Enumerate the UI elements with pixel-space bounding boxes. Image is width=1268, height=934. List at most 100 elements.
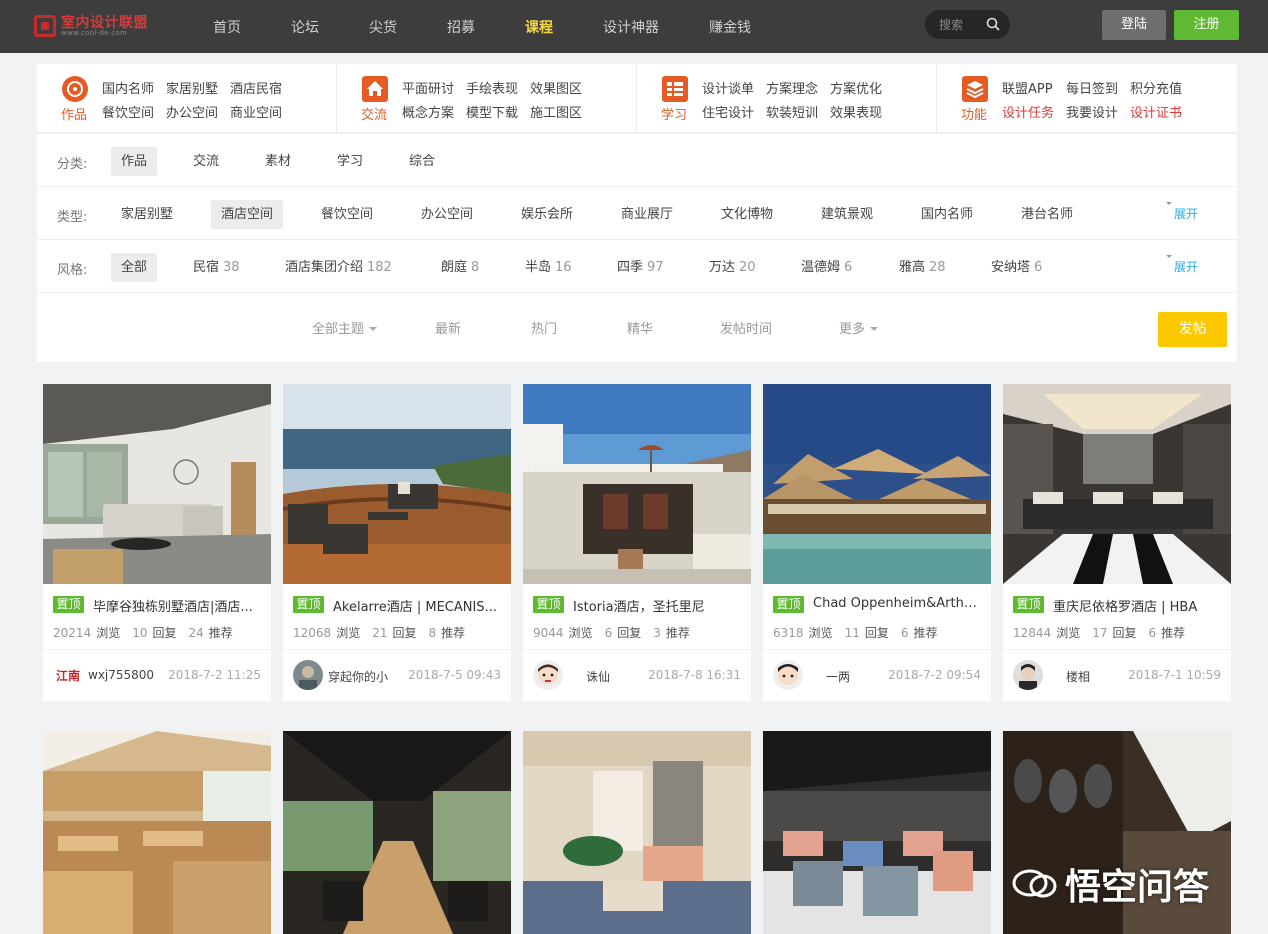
filter-option[interactable]: 民宿 38 — [183, 253, 250, 282]
sort-all-topics-dropdown[interactable]: 全部主题 — [312, 318, 378, 337]
nav-forum[interactable]: 论坛 — [291, 17, 319, 37]
filter-option[interactable]: 四季 97 — [607, 253, 674, 282]
filter-option[interactable]: 港台名师 — [1011, 200, 1083, 229]
author-name[interactable]: 一两 — [826, 668, 850, 685]
nav-home[interactable]: 首页 — [213, 17, 241, 37]
post-card[interactable]: 置顶 Akelarre酒店 | MECANIS... 12068 浏览 21 回复 8 推… — [283, 384, 511, 701]
filter-option[interactable]: 半岛 16 — [515, 253, 582, 282]
category-label-functions[interactable]: 功能 — [961, 104, 987, 123]
layers-function-icon[interactable] — [962, 76, 988, 102]
nav-goods[interactable]: 尖货 — [369, 17, 397, 37]
filter-option[interactable]: 文化博物 — [711, 200, 783, 229]
search-icon[interactable] — [986, 17, 1000, 31]
category-link[interactable]: 效果表现 — [830, 102, 882, 121]
works-icon[interactable] — [62, 76, 88, 102]
filter-option[interactable]: 安纳塔 6 — [981, 253, 1052, 282]
category-link-highlight[interactable]: 设计任务 — [1002, 102, 1054, 121]
post-card[interactable]: 置顶 Chad Oppenheim&Arthu... 6318 浏览 11 回复 6 推荐… — [763, 384, 991, 701]
post-thumbnail[interactable] — [43, 731, 271, 934]
category-link[interactable]: 软装短训 — [766, 102, 818, 121]
filter-option[interactable]: 商业展厅 — [611, 200, 683, 229]
filter-option[interactable]: 娱乐会所 — [511, 200, 583, 229]
category-link[interactable]: 国内名师 — [102, 78, 154, 97]
avatar[interactable] — [773, 660, 803, 690]
filter-option[interactable]: 温德姆 6 — [791, 253, 862, 282]
category-link[interactable]: 每日签到 — [1066, 78, 1118, 97]
category-link[interactable]: 效果图区 — [530, 78, 582, 97]
category-label-exchange[interactable]: 交流 — [361, 104, 387, 123]
new-post-button[interactable]: 发帖 — [1158, 312, 1227, 347]
post-title[interactable]: Chad Oppenheim&Arthu... — [813, 596, 983, 611]
post-title[interactable]: Istoria酒店，圣托里尼 — [573, 596, 743, 615]
filter-option[interactable]: 餐饮空间 — [311, 200, 383, 229]
post-thumbnail[interactable] — [43, 384, 271, 584]
post-card[interactable]: 置顶 重庆尼依格罗酒店 | HBA 12844 浏览 17 回复 6 推荐 楼相 2018… — [1003, 384, 1231, 701]
sort-latest[interactable]: 最新 — [435, 318, 461, 337]
filter-option-selected[interactable]: 全部 — [111, 253, 158, 282]
avatar[interactable]: 江南 — [53, 660, 83, 690]
post-thumbnail[interactable] — [523, 731, 751, 934]
category-label-study[interactable]: 学习 — [661, 104, 687, 123]
nav-recruit[interactable]: 招募 — [447, 17, 475, 37]
category-link[interactable]: 手绘表现 — [466, 78, 518, 97]
home-exchange-icon[interactable] — [362, 76, 388, 102]
study-list-icon[interactable] — [662, 76, 688, 102]
login-button[interactable]: 登陆 — [1102, 10, 1166, 40]
category-link[interactable]: 家居别墅 — [166, 78, 218, 97]
post-title[interactable]: 重庆尼依格罗酒店 | HBA — [1053, 596, 1223, 615]
filter-option[interactable]: 万达 20 — [699, 253, 766, 282]
category-link[interactable]: 酒店民宿 — [230, 78, 282, 97]
category-link[interactable]: 方案优化 — [830, 78, 882, 97]
author-name[interactable]: 楼相 — [1066, 668, 1090, 685]
post-title[interactable]: Akelarre酒店 | MECANIS... — [333, 596, 503, 615]
avatar[interactable] — [533, 660, 563, 690]
filter-option[interactable]: 交流 — [183, 147, 229, 176]
post-thumbnail[interactable] — [763, 384, 991, 584]
category-link[interactable]: 平面研讨 — [402, 78, 454, 97]
filter-option[interactable]: 素材 — [255, 147, 301, 176]
category-link[interactable]: 办公空间 — [166, 102, 218, 121]
category-link[interactable]: 模型下载 — [466, 102, 518, 121]
register-button[interactable]: 注册 — [1174, 10, 1239, 40]
filter-option[interactable]: 学习 — [327, 147, 373, 176]
category-link[interactable]: 积分充值 — [1130, 78, 1182, 97]
author-name[interactable]: wxj755800 — [88, 668, 154, 682]
filter-option[interactable]: 朗庭 8 — [431, 253, 489, 282]
filter-option-selected[interactable]: 酒店空间 — [211, 200, 284, 229]
author-name[interactable]: 穿起你的小 — [328, 668, 388, 685]
author-name[interactable]: 诛仙 — [586, 668, 610, 685]
filter-option[interactable]: 酒店集团介绍 182 — [275, 253, 402, 282]
post-thumbnail[interactable] — [283, 731, 511, 934]
avatar[interactable] — [293, 660, 323, 690]
post-thumbnail[interactable] — [763, 731, 991, 934]
sort-more-dropdown[interactable]: 更多 — [839, 318, 879, 337]
expand-style-button[interactable]: 展开 — [1165, 255, 1198, 275]
avatar[interactable] — [1013, 660, 1043, 690]
filter-option[interactable]: 建筑景观 — [811, 200, 883, 229]
category-link[interactable]: 住宅设计 — [702, 102, 754, 121]
nav-earn-money[interactable]: 赚金钱 — [709, 17, 751, 37]
sort-featured[interactable]: 精华 — [627, 318, 653, 337]
site-logo[interactable]: 室内设计联盟 www.cool-de.com — [34, 12, 159, 40]
sort-hot[interactable]: 热门 — [531, 318, 557, 337]
category-link[interactable]: 方案理念 — [766, 78, 818, 97]
post-title[interactable]: 毕摩谷独栋别墅酒店|酒店... — [93, 596, 263, 615]
category-link-highlight[interactable]: 设计证书 — [1130, 102, 1182, 121]
nav-design-tools[interactable]: 设计神器 — [603, 17, 659, 37]
category-link[interactable]: 联盟APP — [1002, 78, 1053, 97]
category-link[interactable]: 我要设计 — [1066, 102, 1118, 121]
nav-courses[interactable]: 课程 — [525, 17, 553, 37]
filter-option[interactable]: 雅高 28 — [889, 253, 956, 282]
search-input[interactable] — [939, 16, 983, 33]
sort-post-time[interactable]: 发帖时间 — [720, 318, 772, 337]
category-link[interactable]: 餐饮空间 — [102, 102, 154, 121]
filter-option[interactable]: 国内名师 — [911, 200, 983, 229]
category-link[interactable]: 概念方案 — [402, 102, 454, 121]
category-link[interactable]: 设计谈单 — [702, 78, 754, 97]
filter-option-selected[interactable]: 作品 — [111, 147, 158, 176]
filter-option[interactable]: 办公空间 — [411, 200, 483, 229]
post-thumbnail[interactable] — [1003, 384, 1231, 584]
post-card[interactable]: 置顶 Istoria酒店，圣托里尼 9044 浏览 6 回复 3 推荐 诛仙 2018-7… — [523, 384, 751, 701]
post-card[interactable]: 置顶 毕摩谷独栋别墅酒店|酒店... 20214 浏览 10 回复 24 推荐 江南 wx… — [43, 384, 271, 701]
category-link[interactable]: 商业空间 — [230, 102, 282, 121]
